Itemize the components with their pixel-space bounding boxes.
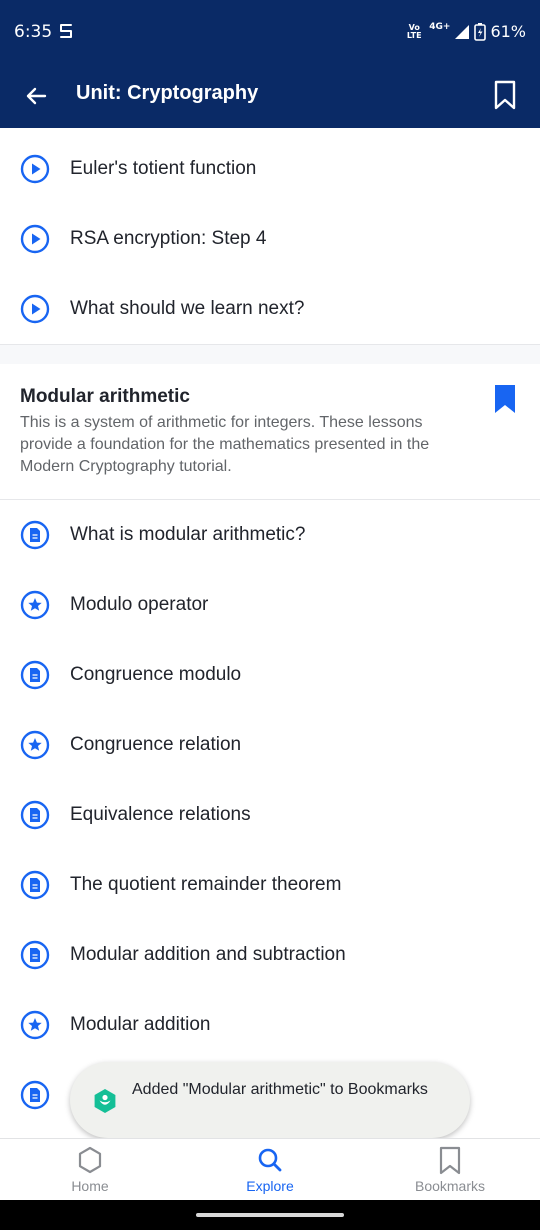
list-item[interactable]: Congruence modulo — [0, 640, 540, 710]
list-item-label: RSA encryption: Step 4 — [70, 228, 267, 249]
article-icon — [20, 1080, 50, 1110]
video-play-icon — [20, 224, 50, 254]
exercise-star-icon — [20, 590, 50, 620]
article-icon — [20, 870, 50, 900]
section-header: Modular arithmetic This is a system of a… — [0, 364, 540, 500]
nav-home[interactable]: Home — [0, 1139, 180, 1201]
article-icon — [20, 520, 50, 550]
list-item[interactable]: Modulo operator — [0, 570, 540, 640]
article-icon — [20, 940, 50, 970]
nav-bookmarks[interactable]: Bookmarks — [360, 1139, 540, 1201]
nav-explore[interactable]: Explore — [180, 1139, 360, 1201]
page-title: Unit: Cryptography — [76, 82, 259, 104]
list-item[interactable]: Modular addition and subtraction — [0, 920, 540, 990]
list-item[interactable]: The quotient remainder theorem — [0, 850, 540, 920]
list-item[interactable]: What should we learn next? — [0, 274, 540, 344]
battery-level: 61% — [490, 22, 526, 41]
list-item-label: Congruence relation — [70, 734, 242, 755]
bookmark-filled-icon[interactable] — [494, 384, 516, 414]
search-icon — [258, 1148, 282, 1172]
hexagon-icon — [78, 1146, 102, 1174]
battery-icon — [474, 22, 487, 41]
video-play-icon — [20, 154, 50, 184]
arrow-left-icon — [26, 87, 47, 105]
signal-icon — [455, 24, 470, 39]
volte-indicator: Vo LTE — [406, 22, 422, 40]
list-item-label: Congruence modulo — [70, 664, 242, 685]
video-play-icon — [20, 294, 50, 324]
list-item-label: Modular addition and subtraction — [70, 944, 346, 965]
list-item[interactable]: Congruence relation — [0, 710, 540, 780]
article-icon — [20, 660, 50, 690]
toast-message: Added "Modular arithmetic" to Bookmarks — [132, 1081, 428, 1098]
network-type: 4G+ — [429, 21, 451, 32]
list-item-label: Equivalence relations — [70, 804, 251, 825]
exercise-star-icon — [20, 1010, 50, 1040]
list-item-label: Modular addition — [70, 1014, 211, 1035]
section-divider — [0, 344, 540, 364]
list-item-label: What is modular arithmetic? — [70, 524, 306, 545]
nav-home-label: Home — [71, 1178, 109, 1194]
section-description: This is a system of arithmetic for integ… — [20, 414, 430, 475]
app-bar: Unit: Cryptography — [0, 64, 540, 128]
status-indicators: Vo LTE 4G+ 61% — [403, 21, 526, 42]
nav-explore-label: Explore — [246, 1178, 294, 1194]
bookmark-outline-icon — [494, 80, 516, 110]
list-item[interactable]: Modular addition — [0, 990, 540, 1060]
unit-content-list[interactable]: Euler's totient function RSA encryption:… — [0, 128, 540, 1138]
bookmark-unit-button[interactable] — [490, 78, 520, 112]
nav-bookmarks-label: Bookmarks — [414, 1178, 486, 1194]
home-gesture-handle[interactable] — [196, 1213, 344, 1217]
bookmark-toast: Added "Modular arithmetic" to Bookmarks — [70, 1062, 470, 1138]
article-icon — [20, 800, 50, 830]
exercise-star-icon — [20, 730, 50, 760]
khan-academy-logo-icon — [94, 1089, 116, 1113]
status-time: 6:35 — [14, 22, 53, 42]
list-item-label: What should we learn next? — [70, 298, 305, 319]
list-item[interactable]: RSA encryption: Step 4 — [0, 204, 540, 274]
list-item-label: Euler's totient function — [70, 158, 257, 179]
system-nav-bar — [0, 1200, 540, 1230]
list-item-label: The quotient remainder theorem — [70, 874, 342, 895]
list-item[interactable]: Equivalence relations — [0, 780, 540, 850]
back-button[interactable] — [20, 80, 52, 112]
status-bar: 6:35 Vo LTE 4G+ 61% — [0, 0, 540, 64]
bottom-nav: Home Explore Bookmarks — [0, 1138, 540, 1200]
list-item[interactable]: What is modular arithmetic? — [0, 500, 540, 570]
app-notification-icon — [60, 24, 72, 38]
bookmark-outline-icon — [439, 1146, 461, 1175]
section-title: Modular arithmetic — [20, 386, 190, 407]
list-item-label: Modulo operator — [70, 594, 209, 615]
list-item[interactable]: Euler's totient function — [0, 134, 540, 204]
